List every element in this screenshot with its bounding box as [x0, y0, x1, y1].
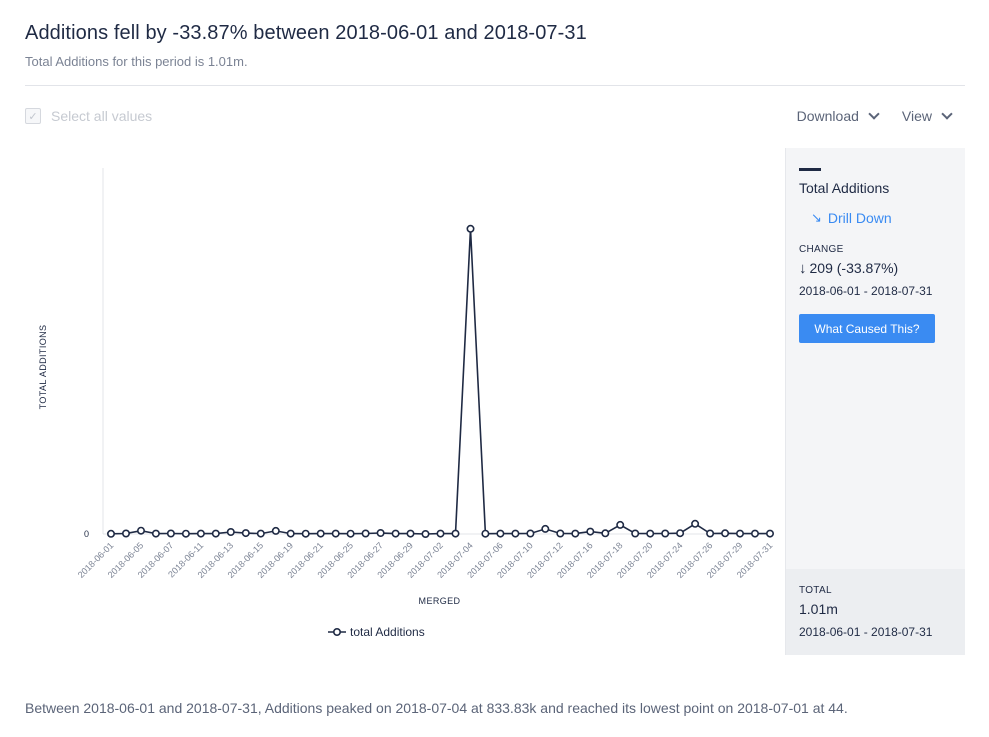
download-button[interactable]: Download: [796, 108, 880, 124]
data-point[interactable]: [676, 529, 685, 538]
series-name: Total Additions: [799, 180, 890, 196]
data-point[interactable]: [511, 529, 520, 538]
page-title: Additions fell by -33.87% between 2018-0…: [25, 22, 587, 44]
chart-svg: 0 2018-06-012018-06-052018-06-072018-06-…: [38, 168, 775, 606]
data-point[interactable]: [616, 520, 625, 529]
data-point[interactable]: [481, 529, 490, 538]
data-point[interactable]: [436, 529, 445, 538]
y-axis-ticks: 0: [84, 529, 89, 539]
data-point[interactable]: [122, 529, 131, 538]
x-axis-title: MERGED: [419, 596, 461, 606]
data-point[interactable]: [706, 529, 715, 538]
select-all-checkbox[interactable]: ✓: [25, 108, 41, 124]
data-point[interactable]: [586, 527, 595, 536]
data-point[interactable]: [631, 529, 640, 538]
data-point[interactable]: [346, 529, 355, 538]
chart-toolbar: Download View: [796, 108, 953, 124]
total-range: 2018-06-01 - 2018-07-31: [799, 625, 933, 639]
data-point[interactable]: [271, 526, 280, 535]
data-point[interactable]: [361, 529, 370, 538]
change-value: ↓ 209 (-33.87%): [799, 260, 952, 277]
check-icon: ✓: [28, 110, 38, 123]
data-point[interactable]: [571, 529, 580, 538]
chart-header: Additions fell by -33.87% between 2018-0…: [25, 22, 965, 69]
data-point[interactable]: [107, 529, 116, 538]
total-summary: TOTAL 1.01m 2018-06-01 - 2018-07-31: [786, 569, 965, 655]
data-point[interactable]: [466, 224, 475, 233]
change-value-text: 209 (-33.87%): [809, 260, 899, 276]
select-all-control[interactable]: ✓ Select all values: [25, 108, 152, 124]
select-all-label: Select all values: [51, 108, 153, 124]
y-axis-title: TOTAL ADDITIONS: [38, 325, 48, 410]
chevron-down-icon: [868, 108, 880, 120]
data-point[interactable]: [646, 529, 655, 538]
series-points: [107, 224, 774, 538]
change-range: 2018-06-01 - 2018-07-31: [799, 284, 933, 298]
view-button[interactable]: View: [901, 108, 953, 124]
arrow-down-icon: ↓: [799, 260, 807, 277]
download-label: Download: [796, 108, 859, 124]
data-point[interactable]: [211, 529, 220, 538]
x-axis-ticks: 2018-06-012018-06-052018-06-072018-06-11…: [76, 540, 775, 580]
data-point[interactable]: [331, 529, 340, 538]
data-point[interactable]: [151, 529, 160, 538]
view-label: View: [901, 108, 932, 124]
drill-down-button[interactable]: ↘ Drill Down: [811, 210, 952, 226]
data-point[interactable]: [765, 529, 774, 538]
chevron-down-icon: [941, 108, 953, 120]
data-point[interactable]: [750, 529, 759, 538]
data-point[interactable]: [406, 529, 415, 538]
data-point[interactable]: [256, 529, 265, 538]
series-swatch: [799, 168, 821, 171]
line-chart: 0 2018-06-01 2018-06-05 2018-06-07 2018-06-…: [25, 150, 785, 660]
data-point[interactable]: [526, 529, 535, 538]
data-point[interactable]: [691, 519, 700, 528]
legend-marker-icon: [328, 627, 346, 637]
summary-text: Between 2018-06-01 and 2018-07-31, Addit…: [25, 700, 848, 716]
data-point[interactable]: [721, 529, 730, 538]
data-point[interactable]: [421, 529, 430, 538]
data-point[interactable]: [735, 529, 744, 538]
chart-legend[interactable]: total Additions: [328, 625, 425, 639]
data-point[interactable]: [301, 529, 310, 538]
total-value: 1.01m: [799, 601, 838, 617]
change-label: CHANGE: [799, 244, 844, 255]
series-line: [110, 228, 770, 535]
drill-down-label: Drill Down: [827, 210, 892, 226]
data-point[interactable]: [661, 529, 670, 538]
data-point[interactable]: [556, 529, 565, 538]
page-subtitle: Total Additions for this period is 1.01m…: [25, 54, 248, 69]
data-point[interactable]: [181, 529, 190, 538]
data-point[interactable]: [451, 529, 460, 538]
side-panel: Total Additions ↘ Drill Down CHANGE ↓ 209…: [785, 148, 965, 655]
data-point[interactable]: [137, 526, 146, 535]
what-caused-this-button[interactable]: What Caused This?: [799, 314, 935, 343]
data-point[interactable]: [316, 529, 325, 538]
total-label: TOTAL: [799, 585, 832, 596]
data-point[interactable]: [241, 529, 250, 538]
arrow-down-right-icon: ↘: [811, 210, 822, 225]
y-tick-label: 0: [84, 529, 89, 539]
data-point[interactable]: [391, 529, 400, 538]
data-point[interactable]: [541, 524, 550, 533]
legend-label: total Additions: [350, 625, 425, 639]
data-point[interactable]: [166, 529, 175, 538]
header-divider: [25, 85, 965, 86]
data-point[interactable]: [226, 527, 235, 536]
data-point[interactable]: [286, 529, 295, 538]
data-point[interactable]: [496, 529, 505, 538]
data-point[interactable]: [376, 528, 385, 537]
data-point[interactable]: [601, 529, 610, 538]
data-point[interactable]: [196, 529, 205, 538]
